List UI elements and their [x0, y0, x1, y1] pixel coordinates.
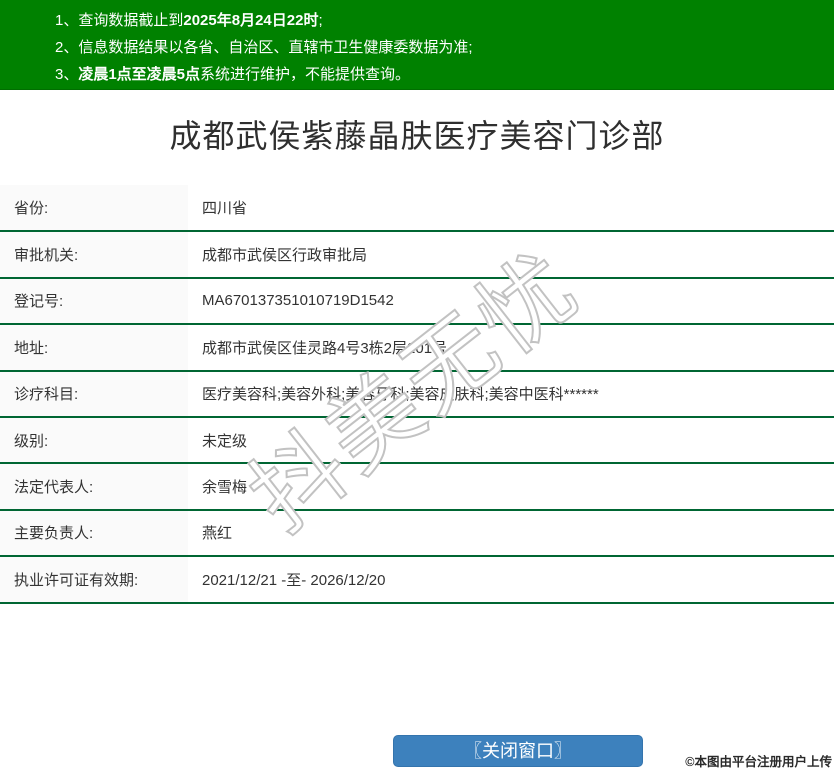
- row-value-address: 成都市武侯区佳灵路4号3栋2层201号: [188, 324, 834, 372]
- row-label-province: 省份:: [0, 185, 188, 233]
- table-row: 级别: 未定级: [0, 416, 834, 465]
- row-value-province: 四川省: [188, 185, 834, 233]
- table-row: 登记号: MA670137351010719D1542: [0, 277, 834, 326]
- notice-line-2-text: 信息数据结果以各省、自治区、直辖市卫生健康委数据为准;: [78, 39, 473, 56]
- table-row: 地址: 成都市武侯区佳灵路4号3栋2层201号: [0, 324, 834, 372]
- row-label-person-in-charge: 主要负责人:: [0, 509, 188, 558]
- notice-line-1-bold: 2025年8月24日22时: [183, 12, 319, 29]
- institution-details-table: 省份: 四川省 审批机关: 成都市武侯区行政审批局 登记号: MA6701373…: [0, 185, 834, 604]
- table-row: 法定代表人: 余雪梅: [0, 463, 834, 511]
- notice-line-1: 1、查询数据截止到2025年8月24日22时;: [55, 7, 824, 34]
- close-window-button[interactable]: 〖关闭窗口〗: [393, 735, 643, 767]
- row-label-approval-authority: 审批机关:: [0, 231, 188, 279]
- row-value-legal-representative: 余雪梅: [188, 463, 834, 511]
- row-value-registration-number: MA670137351010719D1542: [188, 277, 834, 326]
- notice-line-1-text: 查询数据截止到: [78, 12, 184, 29]
- notice-line-2-number: 2、: [55, 39, 79, 56]
- notice-banner: 1、查询数据截止到2025年8月24日22时; 2、信息数据结果以各省、自治区、…: [0, 0, 834, 90]
- row-label-legal-representative: 法定代表人:: [0, 463, 188, 511]
- row-label-medical-subjects: 诊疗科目:: [0, 370, 188, 418]
- page-title: 成都武侯紫藤晶肤医疗美容门诊部: [169, 118, 665, 154]
- notice-line-3-number: 3、: [55, 66, 79, 83]
- row-value-person-in-charge: 燕红: [188, 509, 834, 558]
- notice-line-3-suffix: 系统进行维护，不能提供查询。: [200, 66, 411, 83]
- notice-line-1-suffix: ;: [318, 12, 323, 29]
- table-row: 诊疗科目: 医疗美容科;美容外科;美容牙科;美容皮肤科;美容中医科******: [0, 370, 834, 418]
- license-query-result-page: 1、查询数据截止到2025年8月24日22时; 2、信息数据结果以各省、自治区、…: [0, 0, 834, 772]
- row-value-approval-authority: 成都市武侯区行政审批局: [188, 231, 834, 279]
- row-label-license-validity: 执业许可证有效期:: [0, 556, 188, 604]
- notice-line-3: 3、凌晨1点至凌晨5点系统进行维护，不能提供查询。: [55, 61, 824, 88]
- table-row: 省份: 四川省: [0, 185, 834, 233]
- row-label-registration-number: 登记号:: [0, 277, 188, 326]
- notice-line-2: 2、信息数据结果以各省、自治区、直辖市卫生健康委数据为准;: [55, 34, 824, 61]
- row-value-medical-subjects: 医疗美容科;美容外科;美容牙科;美容皮肤科;美容中医科******: [188, 370, 834, 418]
- row-label-address: 地址:: [0, 324, 188, 372]
- table-row: 主要负责人: 燕红: [0, 509, 834, 558]
- table-row: 执业许可证有效期: 2021/12/21 -至- 2026/12/20: [0, 556, 834, 604]
- row-value-license-validity: 2021/12/21 -至- 2026/12/20: [188, 556, 834, 604]
- notice-line-3-bold: 凌晨1点至凌晨5点: [78, 66, 201, 83]
- table-row: 审批机关: 成都市武侯区行政审批局: [0, 231, 834, 279]
- row-label-level: 级别:: [0, 416, 188, 465]
- row-value-level: 未定级: [188, 416, 834, 465]
- upload-credit-text: ©本图由平台注册用户上传: [685, 755, 832, 769]
- notice-line-1-number: 1、: [55, 12, 79, 29]
